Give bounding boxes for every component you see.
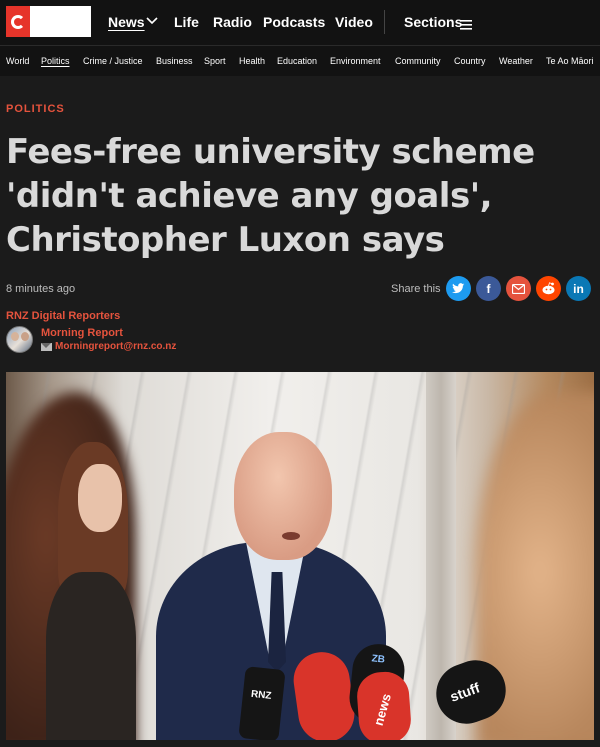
- twitter-icon: [452, 283, 465, 294]
- article-headline: Fees-free university scheme 'didn't achi…: [6, 132, 535, 260]
- subnav-country[interactable]: Country: [454, 56, 486, 66]
- reddit-icon: [542, 282, 555, 295]
- subnav-crime-justice[interactable]: Crime / Justice: [83, 56, 143, 66]
- article-kicker[interactable]: POLITICS: [6, 103, 65, 115]
- facebook-icon: f: [486, 281, 491, 296]
- nav-video[interactable]: Video: [335, 14, 373, 30]
- email-icon: [512, 283, 525, 294]
- linkedin-icon: in: [573, 281, 584, 296]
- byline-organization[interactable]: RNZ Digital Reporters: [6, 310, 120, 322]
- subnav-weather[interactable]: Weather: [499, 56, 533, 66]
- twitter-share-button[interactable]: [446, 276, 471, 301]
- article-timestamp: 8 minutes ago: [6, 283, 76, 295]
- microphone-rnz: RNZ: [238, 666, 286, 740]
- subnav-education[interactable]: Education: [277, 56, 317, 66]
- mail-icon: [41, 342, 52, 351]
- author-email-link[interactable]: Morningreport@rnz.co.nz: [41, 341, 176, 352]
- hamburger-icon[interactable]: [460, 17, 472, 35]
- sections-button[interactable]: Sections: [404, 14, 462, 30]
- reddit-share-button[interactable]: [536, 276, 561, 301]
- email-share-button[interactable]: [506, 276, 531, 301]
- nav-news[interactable]: News: [108, 14, 145, 30]
- subnav-sport[interactable]: Sport: [204, 56, 226, 66]
- nav-divider: [384, 10, 385, 34]
- top-nav: News Life Radio Podcasts Video Sections: [0, 0, 600, 45]
- nav-radio[interactable]: Radio: [213, 14, 252, 30]
- subnav-politics[interactable]: Politics: [41, 56, 70, 66]
- nav-life[interactable]: Life: [174, 14, 199, 30]
- subnav-world[interactable]: World: [6, 56, 29, 66]
- author-avatar: [6, 326, 33, 353]
- subnav-health[interactable]: Health: [239, 56, 265, 66]
- subnav-community[interactable]: Community: [395, 56, 441, 66]
- linkedin-share-button[interactable]: in: [566, 276, 591, 301]
- microphone-news: news: [355, 670, 413, 740]
- section-subnav: World Politics Crime / Justice Business …: [0, 45, 600, 76]
- share-label: Share this: [391, 283, 441, 295]
- subnav-te-ao-maori[interactable]: Te Ao Māori: [546, 56, 594, 66]
- subnav-environment[interactable]: Environment: [330, 56, 381, 66]
- subnav-business[interactable]: Business: [156, 56, 193, 66]
- article-hero-photo: RNZ ZB news stuff: [6, 372, 594, 740]
- rnz-logo[interactable]: [6, 6, 91, 37]
- nav-podcasts[interactable]: Podcasts: [263, 14, 325, 30]
- chevron-down-icon[interactable]: [146, 14, 158, 28]
- rnz-logo-mark-icon: [6, 6, 30, 37]
- author-name[interactable]: Morning Report: [41, 327, 123, 339]
- facebook-share-button[interactable]: f: [476, 276, 501, 301]
- author-email[interactable]: Morningreport@rnz.co.nz: [55, 341, 176, 352]
